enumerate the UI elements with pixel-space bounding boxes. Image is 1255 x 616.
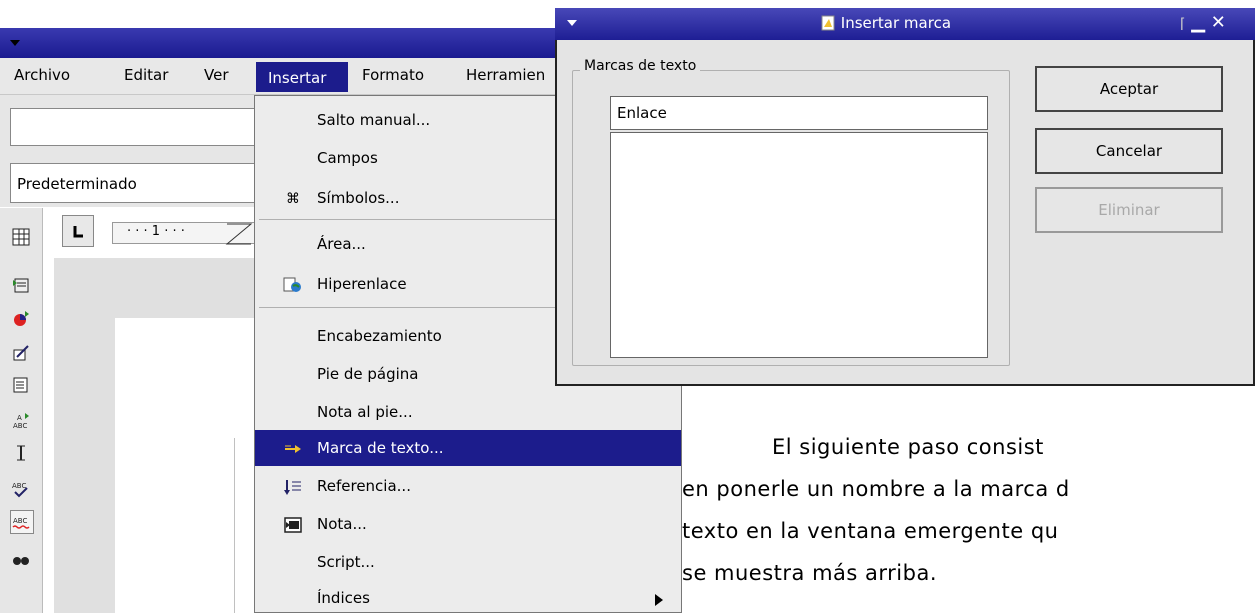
ruler-ticks: · · · 1 · · · xyxy=(127,224,185,239)
menu-item-referencia[interactable]: Referencia... xyxy=(255,468,681,504)
menu-herramientas[interactable]: Herramien xyxy=(466,66,545,84)
submenu-arrow-icon xyxy=(655,594,663,606)
table-icon[interactable] xyxy=(10,226,32,248)
note-icon xyxy=(283,515,303,535)
menu-item-marca-de-texto[interactable]: Marca de texto... xyxy=(255,430,681,466)
draw-functions-icon[interactable] xyxy=(10,342,32,364)
close-icon[interactable]: ✕ xyxy=(1211,12,1226,33)
menu-archivo[interactable]: Archivo xyxy=(14,66,70,84)
dialog-title-text: Insertar marca xyxy=(840,14,952,32)
insert-object-icon[interactable] xyxy=(10,308,32,330)
document-line: en ponerle un nombre a la marca d xyxy=(682,477,1070,501)
text-cursor-icon[interactable] xyxy=(10,442,32,464)
delete-button[interactable]: Eliminar xyxy=(1035,187,1223,233)
spellcheck-icon[interactable]: ABC xyxy=(10,478,32,500)
window-menu-icon[interactable] xyxy=(8,36,22,50)
menu-formato[interactable]: Formato xyxy=(362,66,424,84)
command-symbol-icon: ⌘ xyxy=(286,191,300,207)
menu-editar[interactable]: Editar xyxy=(124,66,168,84)
bookmark-name-input[interactable] xyxy=(610,96,988,130)
dialog-title: Insertar marca xyxy=(820,14,951,32)
menu-ver[interactable]: Ver xyxy=(204,66,229,84)
menu-insertar[interactable]: Insertar xyxy=(256,62,348,92)
minimize-icon[interactable]: ▁ xyxy=(1191,12,1205,33)
menu-item-nota[interactable]: Nota... xyxy=(255,506,681,542)
dialog-menu-icon[interactable] xyxy=(565,16,579,30)
svg-text:ABC: ABC xyxy=(13,517,27,525)
menu-item-script[interactable]: Script... xyxy=(255,544,681,580)
tab-stop-selector[interactable] xyxy=(62,215,94,247)
dialog-window-controls: ⌈ ▁ ✕ xyxy=(1180,12,1226,33)
form-icon[interactable] xyxy=(10,374,32,396)
menu-item-nota-al-pie[interactable]: Nota al pie... xyxy=(255,394,681,430)
dialog-app-icon xyxy=(821,15,835,31)
left-toolbar: ABC A ABC ABC xyxy=(0,208,43,613)
bookmarks-group-label: Marcas de texto xyxy=(580,58,701,74)
document-body-text: El siguiente paso consist en ponerle un … xyxy=(682,426,1255,594)
accept-button[interactable]: Aceptar xyxy=(1035,66,1223,112)
menu-item-indices[interactable]: Índices xyxy=(255,580,681,616)
writer-title-bar xyxy=(0,28,560,58)
paragraph-style-value: Predeterminado xyxy=(17,175,137,193)
find-icon[interactable] xyxy=(10,548,32,570)
bookmark-list[interactable] xyxy=(610,132,988,358)
page-margin-line xyxy=(234,438,235,613)
font-name-combo[interactable] xyxy=(10,108,260,146)
svg-text:A: A xyxy=(17,414,22,422)
document-line: se muestra más arriba. xyxy=(682,561,937,585)
svg-text:ABC: ABC xyxy=(13,422,27,430)
reference-icon xyxy=(283,477,303,497)
horizontal-ruler[interactable]: · · · 1 · · · xyxy=(112,222,262,245)
svg-text:ABC: ABC xyxy=(12,482,26,490)
hyperlink-globe-icon xyxy=(283,275,303,295)
document-page[interactable] xyxy=(115,318,264,613)
document-line: texto en la ventana emergente qu xyxy=(682,519,1059,543)
autotext-icon[interactable]: ABC A xyxy=(10,410,32,432)
indent-marker-icon[interactable] xyxy=(225,223,255,245)
shade-icon[interactable]: ⌈ xyxy=(1180,16,1185,32)
autospellcheck-icon[interactable]: ABC xyxy=(10,510,34,534)
bookmark-arrow-icon xyxy=(283,439,303,459)
cancel-button[interactable]: Cancelar xyxy=(1035,128,1223,174)
paragraph-style-combo[interactable]: Predeterminado xyxy=(10,163,260,203)
insert-field-icon[interactable] xyxy=(10,274,32,296)
document-line: El siguiente paso consist xyxy=(772,435,1044,459)
